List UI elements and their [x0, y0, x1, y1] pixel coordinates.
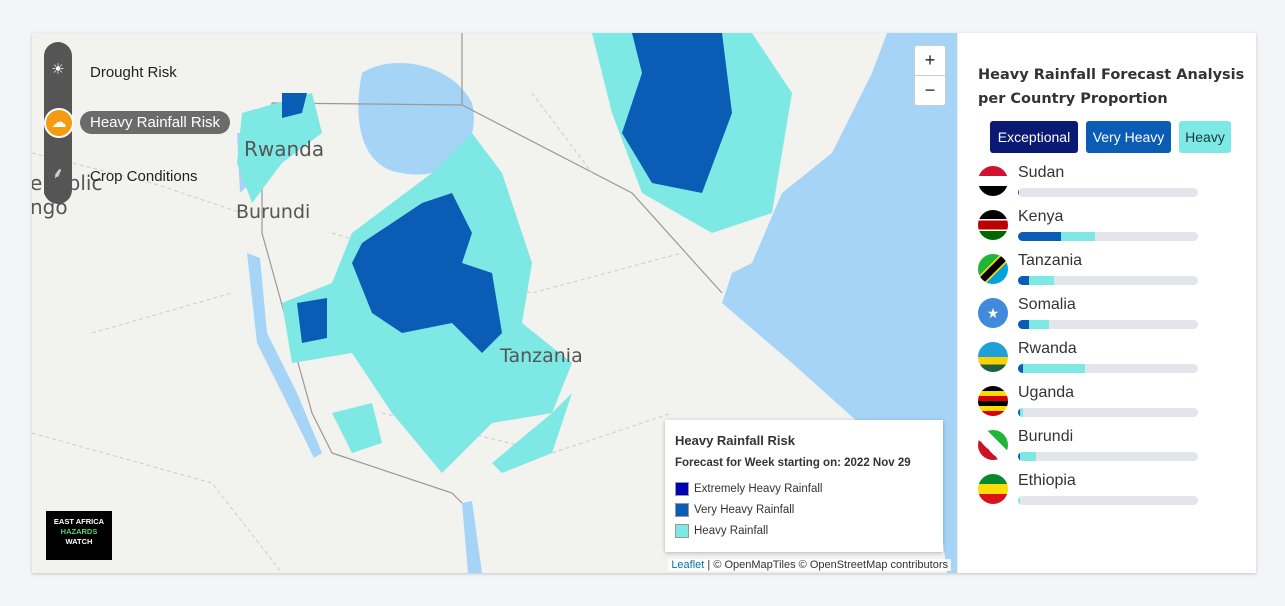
- logo-text: HAZARDS: [60, 527, 98, 536]
- zoom-control: + −: [914, 45, 946, 106]
- heavy-segment: [1023, 364, 1085, 373]
- country-name: Ethiopia: [1018, 472, 1076, 489]
- heavy-segment: [1019, 452, 1036, 461]
- heavy-segment: [1061, 232, 1096, 241]
- exceptional-button[interactable]: Exceptional: [990, 121, 1078, 153]
- panel-title: Heavy Rainfall Forecast Analysis per Cou…: [978, 67, 1245, 107]
- legend-label: Extremely Heavy Rainfall: [694, 483, 823, 495]
- map[interactable]: Rwanda Burundi Tanzania epublic ngo ☀ ☁ …: [32, 33, 957, 573]
- legend-subtitle: Forecast for Week starting on: 2022 Nov …: [675, 457, 911, 469]
- legend-label: Very Heavy Rainfall: [694, 504, 795, 516]
- ehaw-logo: EAST AFRICA HAZARDS WATCH: [46, 511, 112, 560]
- map-label-burundi: Burundi: [236, 201, 311, 223]
- legend-swatch: [675, 482, 689, 496]
- proportion-bar: [1018, 408, 1198, 417]
- country-name: Kenya: [1018, 208, 1064, 225]
- country-row-kenya: Kenya: [978, 208, 1218, 250]
- legend-title: Heavy Rainfall Risk: [675, 433, 795, 448]
- country-row-ethiopia: Ethiopia: [978, 472, 1218, 514]
- heavy-segment: [1028, 276, 1054, 285]
- layer-drought-risk[interactable]: Drought Risk: [80, 61, 187, 84]
- country-row-burundi: Burundi: [978, 428, 1218, 470]
- layer-crop-conditions[interactable]: Crop Conditions: [80, 165, 208, 188]
- leaflet-link[interactable]: Leaflet: [671, 559, 704, 571]
- zoom-in-button[interactable]: +: [915, 46, 945, 76]
- logo-text: WATCH: [65, 537, 93, 546]
- legend-item: Heavy Rainfall: [675, 524, 768, 538]
- flag-ethiopia-icon: [978, 474, 1008, 504]
- proportion-bar: [1018, 188, 1198, 197]
- very-heavy-segment: [1018, 276, 1029, 285]
- app-card: Rwanda Burundi Tanzania epublic ngo ☀ ☁ …: [32, 33, 1256, 573]
- proportion-bar: [1018, 232, 1198, 241]
- country-name: Rwanda: [1018, 340, 1077, 357]
- flag-kenya-icon: [978, 210, 1008, 240]
- legend-swatch: [675, 503, 689, 517]
- country-row-rwanda: Rwanda: [978, 340, 1218, 382]
- country-panel: Heavy Rainfall Forecast Analysis per Cou…: [957, 33, 1257, 573]
- very-heavy-segment: [1018, 232, 1062, 241]
- country-row-tanzania: Tanzania: [978, 252, 1218, 294]
- legend-item: Extremely Heavy Rainfall: [675, 482, 822, 496]
- very-heavy-button[interactable]: Very Heavy: [1086, 121, 1171, 153]
- heavy-button[interactable]: Heavy: [1179, 121, 1231, 153]
- map-label-tanzania: Tanzania: [500, 345, 583, 367]
- flag-sudan-icon: [978, 166, 1008, 196]
- country-row-somalia: ★ Somalia: [978, 296, 1218, 338]
- proportion-bar: [1018, 364, 1198, 373]
- very-heavy-segment: [1018, 320, 1029, 329]
- proportion-bar: [1018, 320, 1198, 329]
- country-row-uganda: Uganda: [978, 384, 1218, 426]
- country-name: Uganda: [1018, 384, 1075, 401]
- very-heavy-segment: [1018, 188, 1019, 197]
- proportion-bar: [1018, 496, 1198, 505]
- heavy-segment: [1028, 320, 1049, 329]
- country-row-sudan: Sudan: [978, 164, 1218, 206]
- flag-somalia-icon: ★: [978, 298, 1008, 328]
- layer-switcher: ☀ ☁ ⸙: [44, 42, 74, 204]
- flag-tanzania-icon: [978, 254, 1008, 284]
- map-legend: Heavy Rainfall Risk Forecast for Week st…: [665, 420, 943, 552]
- legend-swatch: [675, 524, 689, 538]
- heavy-segment: [1018, 496, 1020, 505]
- country-name: Tanzania: [1018, 252, 1083, 269]
- drought-icon[interactable]: ☀: [46, 58, 70, 82]
- logo-text: EAST AFRICA: [53, 517, 105, 526]
- legend-item: Very Heavy Rainfall: [675, 503, 794, 517]
- legend-label: Heavy Rainfall: [694, 525, 769, 537]
- attribution-text: | © OpenMapTiles © OpenStreetMap contrib…: [704, 559, 948, 571]
- heavy-segment: [1019, 408, 1024, 417]
- flag-rwanda-icon: [978, 342, 1008, 372]
- proportion-bar: [1018, 276, 1198, 285]
- flag-uganda-icon: [978, 386, 1008, 416]
- layer-heavy-rainfall-risk[interactable]: Heavy Rainfall Risk: [80, 111, 231, 134]
- flag-burundi-icon: [978, 430, 1008, 460]
- wheat-icon[interactable]: ⸙: [46, 162, 70, 186]
- country-name: Somalia: [1018, 296, 1076, 313]
- map-label-rwanda: Rwanda: [244, 137, 325, 161]
- zoom-out-button[interactable]: −: [915, 76, 945, 105]
- proportion-bar: [1018, 452, 1198, 461]
- map-attribution: Leaflet | © OpenMapTiles © OpenStreetMap…: [668, 559, 951, 571]
- rain-cloud-icon[interactable]: ☁: [44, 108, 74, 138]
- country-name: Burundi: [1018, 428, 1074, 445]
- lake-malawi: [462, 501, 482, 573]
- country-name: Sudan: [1018, 164, 1065, 181]
